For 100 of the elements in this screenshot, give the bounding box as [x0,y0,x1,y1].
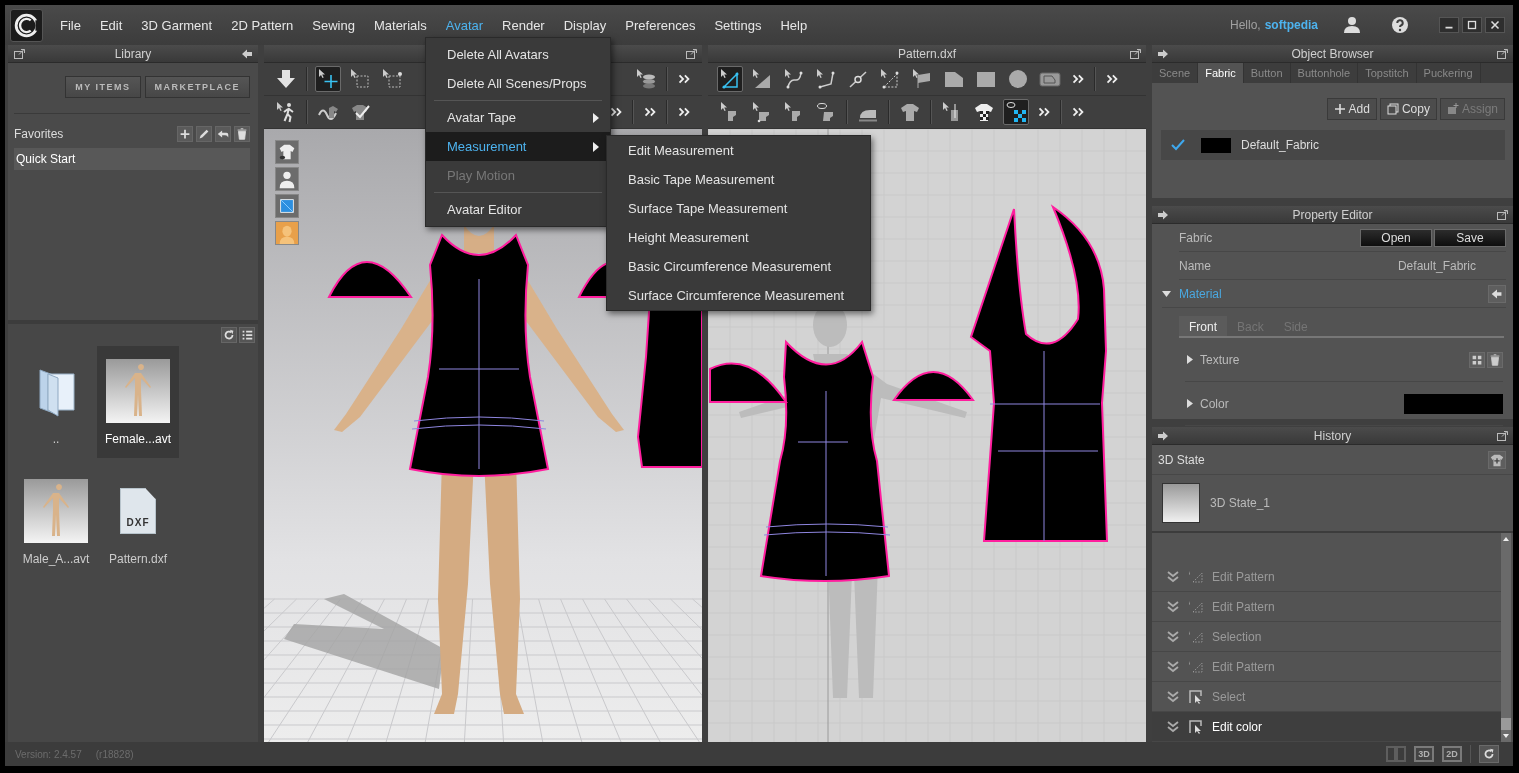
arrow-right-icon[interactable] [1157,208,1169,221]
user-icon[interactable] [1343,16,1361,34]
file-button[interactable]: Open [1360,228,1432,247]
pencil-icon[interactable] [196,126,212,142]
expand-arrow-icon[interactable] [1162,289,1171,298]
action-button[interactable]: Copy [1379,98,1437,120]
list-view-icon[interactable] [239,327,255,343]
double-chevron-icon [1166,569,1180,584]
maximize-icon[interactable] [1462,17,1482,33]
select-box-icon [1188,718,1204,735]
menu-item[interactable]: 3D Garment [132,13,222,37]
view-mode-button[interactable]: 2D [1442,746,1462,762]
file-name: .. [52,432,60,446]
file-button[interactable]: Save [1434,228,1506,247]
add-icon[interactable] [177,126,193,142]
submenu-item[interactable]: Edit Measurement [607,136,870,165]
menu-item[interactable]: Sewing [303,13,364,37]
arrow-right-icon[interactable] [1157,47,1169,60]
menu-entry[interactable]: Delete All Avatars [426,40,610,69]
undock-icon[interactable] [1496,429,1508,442]
menu-entry[interactable]: Avatar Editor [426,195,610,224]
grid-icon[interactable] [1469,351,1485,368]
state-label[interactable]: 3D State_1 [1210,496,1271,510]
greeting-text: Hello, [1229,18,1261,32]
double-chevron-icon [1166,599,1180,614]
trash-icon[interactable] [234,126,250,142]
menu-item[interactable]: Avatar [436,13,493,37]
material-tab[interactable]: Front [1179,316,1227,336]
avatar-view-icon[interactable] [275,167,299,191]
arrow-right-icon[interactable] [1157,429,1169,442]
menu-item[interactable]: 2D Pattern [222,13,303,37]
dotted-triangle-icon [1188,659,1204,674]
field-value: Default_Fabric [1397,258,1476,273]
file-name: Female...avt [105,432,171,446]
undock-icon[interactable] [13,47,25,60]
property-label: Texture [1200,352,1240,367]
menu-entry[interactable]: Delete All Scenes/Props [426,69,610,98]
library-tab-button[interactable]: MARKETPLACE [144,76,250,98]
menu-item[interactable]: Preferences [616,13,705,37]
action-button[interactable]: Add [1326,98,1377,120]
fabric-list-item[interactable]: Default_Fabric [1161,130,1505,160]
history-step[interactable]: Edit color [1152,712,1501,742]
group-label: 3D State [1158,452,1205,467]
field-label: Fabric [1179,230,1213,245]
submenu-item[interactable]: Height Measurement [607,223,870,252]
submenu-item[interactable]: Basic Tape Measurement [607,165,870,194]
view-mode-button[interactable]: 3D [1414,746,1434,762]
browser-tab[interactable]: Fabric [1198,63,1244,83]
undock-icon[interactable] [1129,47,1141,60]
shirt-add-icon[interactable] [1488,450,1506,469]
user-name-link[interactable]: softpedia [1264,18,1318,32]
double-chevron-icon [1166,719,1180,734]
expand-arrow-icon[interactable] [1185,355,1194,364]
trash-icon[interactable] [1487,351,1503,368]
submenu-item[interactable]: Basic Circumference Measurement [607,252,870,281]
menu-item[interactable]: Display [554,13,616,37]
menu-item[interactable]: File [51,13,90,37]
submenu-item[interactable]: Surface Tape Measurement [607,194,870,223]
undock-icon[interactable] [1496,47,1508,60]
refresh-icon[interactable] [221,327,237,343]
arrow-left-icon[interactable] [241,47,253,60]
menu-item[interactable]: Render [493,13,554,37]
expand-arrow-icon[interactable] [1185,399,1194,408]
panel-title: Object Browser [1290,46,1375,61]
menu-entry[interactable]: Avatar Tape [426,103,610,132]
menu-item[interactable]: Settings [705,13,771,37]
menu-item[interactable]: Materials [364,13,436,37]
menu-item[interactable]: Help [771,13,817,37]
cursor-cross-icon[interactable] [315,66,341,92]
library-tab-button[interactable]: MY ITEMS [65,76,141,98]
undock-icon[interactable] [1496,208,1508,221]
library-entry[interactable]: Female...avt [97,346,179,458]
file-type-label: DXF [126,517,150,528]
minimize-icon[interactable] [1439,17,1459,33]
close-icon[interactable] [1485,17,1505,33]
undock-icon[interactable] [685,47,697,60]
color-swatch[interactable] [1404,393,1503,414]
field-label: Name [1179,258,1211,273]
library-entry[interactable]: DXF Pattern.dxf [97,466,179,578]
step-label: Selection [1212,629,1262,644]
scrollbar-thumb[interactable] [1501,718,1511,730]
shirt-view-icon[interactable] [275,140,299,164]
fabric-name: Default_Fabric [1241,138,1320,152]
app-logo-icon[interactable] [10,8,43,42]
favorite-item[interactable]: Quick Start [14,148,250,170]
step-label: Select [1212,689,1246,704]
menu-entry[interactable]: Measurement [426,132,610,161]
library-entry[interactable]: .. [15,346,97,458]
menu-item[interactable]: Edit [90,13,132,37]
help-icon[interactable] [1391,16,1409,34]
scrollbar[interactable] [1501,533,1511,742]
file-name: Pattern.dxf [109,552,167,566]
library-entry[interactable]: Male_A...avt [15,466,97,578]
plus-icon [1333,103,1346,115]
checker-icon[interactable] [1003,99,1029,125]
window-view-icon[interactable] [275,194,299,218]
step-label: Edit Pattern [1212,569,1275,584]
submenu-item[interactable]: Surface Circumference Measurement [607,281,870,310]
step-label: Edit color [1212,719,1263,734]
refresh-icon[interactable] [1479,745,1499,763]
